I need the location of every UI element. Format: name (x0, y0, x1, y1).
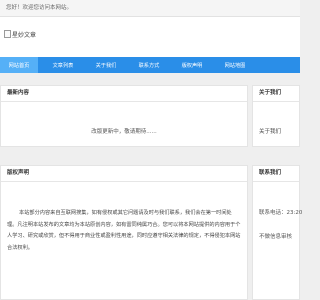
broken-image-icon (4, 30, 11, 38)
nav-item-articles[interactable]: 文章列表 (45, 57, 81, 73)
about-title: 关于我们 (253, 86, 299, 102)
contact-note: 不做信息审核 (259, 234, 293, 240)
header: 星妙文章 (0, 17, 300, 57)
contact-panel: 联系我们 联系电话：23:20 不做信息审核 (252, 165, 303, 300)
latest-title: 最新内容 (1, 86, 247, 102)
update-message: 改版更新中，敬请期待...... (91, 129, 157, 135)
logo-alt-text: 星妙文章 (12, 31, 37, 39)
nav-item-about[interactable]: 关于我们 (88, 57, 124, 73)
contact-title: 联系我们 (253, 166, 299, 182)
nav-item-sitemap[interactable]: 网站地图 (217, 57, 253, 73)
nav-item-copyright[interactable]: 版权声明 (174, 57, 210, 73)
copyright-text: 本站部分内容来自互联网搜集，如有侵权或其它问题请及时与我们联系，我们会在第一时间… (7, 210, 241, 251)
latest-panel: 最新内容 改版更新中，敬请期待...... (0, 85, 248, 147)
site-logo[interactable]: 星妙文章 (4, 28, 36, 40)
nav-item-contact[interactable]: 联系方式 (131, 57, 167, 73)
top-bar: 您好！欢迎您访问本网站。 (0, 0, 300, 17)
about-link[interactable]: 关于我们 (259, 127, 281, 135)
main-nav: 网站首页 文章列表 关于我们 联系方式 版权声明 网站地图 (0, 57, 300, 73)
nav-item-home[interactable]: 网站首页 (0, 57, 38, 73)
welcome-text: 您好！欢迎您访问本网站。 (6, 5, 73, 11)
contact-phone: 联系电话：23:20 (259, 210, 303, 216)
copyright-title: 版权声明 (1, 166, 247, 182)
copyright-panel: 版权声明 本站部分内容来自互联网搜集，如有侵权或其它问题请及时与我们联系，我们会… (0, 165, 248, 300)
about-panel: 关于我们 关于我们 (252, 85, 300, 147)
